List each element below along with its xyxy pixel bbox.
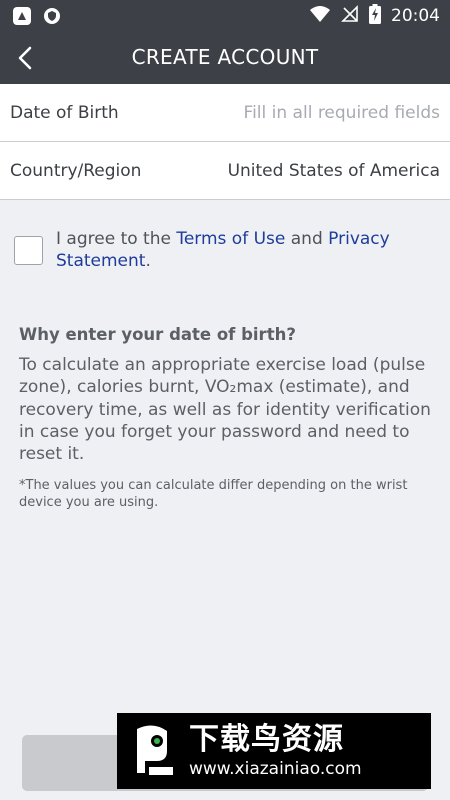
country-region-field[interactable]: Country/Region United States of America xyxy=(0,142,450,200)
birth-date-info: Why enter your date of birth? To calcula… xyxy=(19,325,434,511)
shield-icon xyxy=(42,6,62,30)
app-notification-icon xyxy=(12,6,32,30)
date-of-birth-label: Date of Birth xyxy=(10,102,119,123)
no-signal-icon xyxy=(341,5,359,27)
terms-agreement: I agree to the Terms of Use and Privacy … xyxy=(14,228,434,272)
terms-of-use-link[interactable]: Terms of Use xyxy=(176,229,285,249)
app-bar: CREATE ACCOUNT xyxy=(0,32,450,84)
date-of-birth-field[interactable]: Date of Birth Fill in all required field… xyxy=(0,84,450,142)
watermark-url: www.xiazainiao.com xyxy=(189,759,362,779)
wifi-icon xyxy=(309,5,331,27)
country-region-label: Country/Region xyxy=(10,160,142,181)
agreement-prefix: I agree to the xyxy=(56,229,177,249)
battery-charging-icon xyxy=(369,4,381,28)
country-region-value[interactable]: United States of America xyxy=(228,161,440,181)
watermark-logo-icon xyxy=(117,713,189,789)
page-title: CREATE ACCOUNT xyxy=(131,45,319,69)
agree-checkbox[interactable] xyxy=(14,236,43,265)
date-of-birth-value[interactable]: Fill in all required fields xyxy=(244,103,440,123)
account-form: Date of Birth Fill in all required field… xyxy=(0,84,450,200)
agreement-suffix: . xyxy=(145,251,151,271)
watermark: 下载鸟资源 www.xiazainiao.com xyxy=(117,713,431,789)
watermark-brand: 下载鸟资源 xyxy=(189,722,344,757)
status-bar: 20:04 xyxy=(0,0,450,32)
info-title: Why enter your date of birth? xyxy=(19,325,296,344)
agreement-text: I agree to the Terms of Use and Privacy … xyxy=(56,228,434,272)
clock-time: 20:04 xyxy=(391,6,440,26)
info-note: *The values you can calculate differ dep… xyxy=(19,478,408,510)
info-body: To calculate an appropriate exercise loa… xyxy=(19,355,431,465)
agreement-middle: and xyxy=(285,229,329,249)
